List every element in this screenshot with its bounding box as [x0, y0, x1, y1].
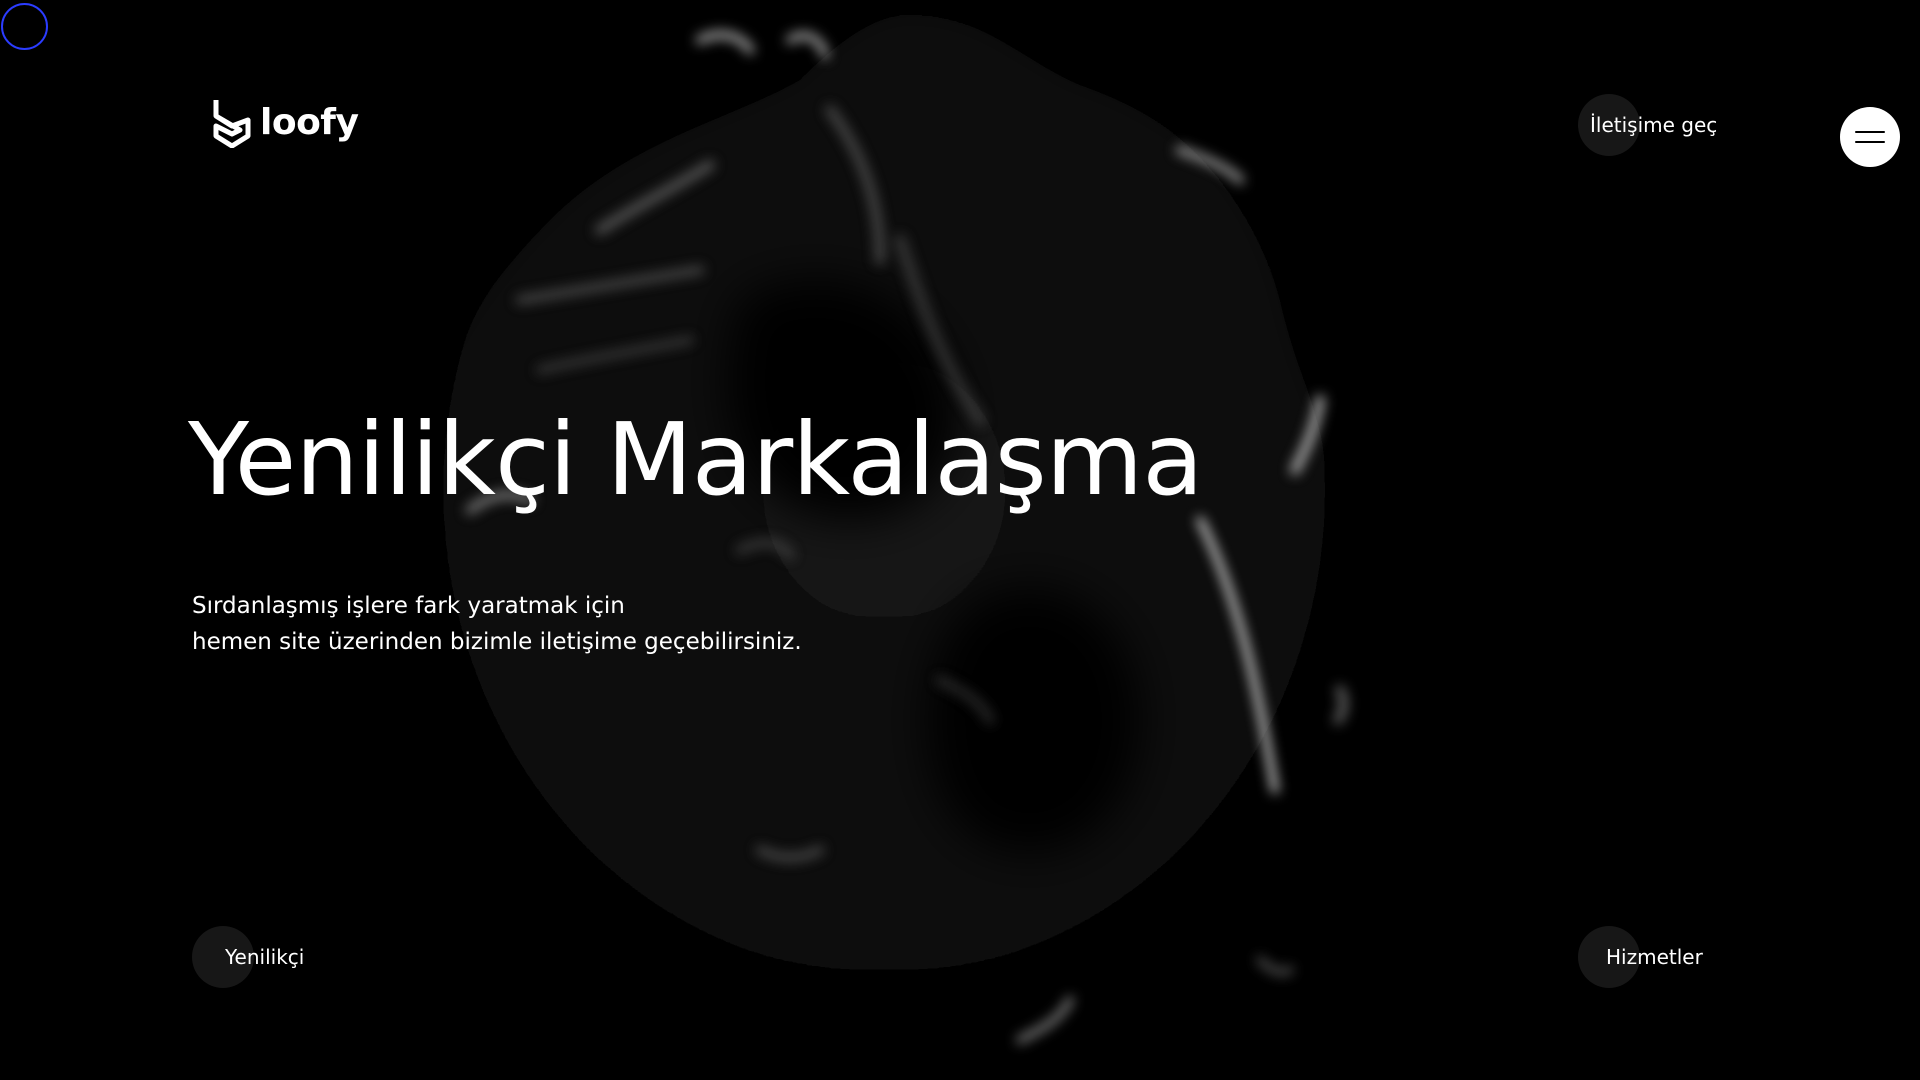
innovative-link-label: Yenilikçi [225, 945, 305, 969]
abstract-blob-graphic [403, 14, 1366, 1071]
cursor-ring-indicator [1, 3, 48, 50]
contact-link[interactable]: İletişime geç [1578, 94, 1717, 156]
menu-button[interactable] [1840, 107, 1900, 167]
hero-subtitle-line-1: Sırdanlaşmış işlere fark yaratmak için [192, 593, 625, 619]
contact-link-label: İletişime geç [1590, 113, 1718, 137]
hero-subtitle: Sırdanlaşmış işlere fark yaratmak için h… [192, 588, 802, 660]
brand-logo[interactable]: loofy [212, 98, 359, 148]
hero-title: Yenilikçi Markalaşma [188, 401, 1203, 518]
services-link-label: Hizmetler [1606, 945, 1703, 969]
services-link[interactable]: Hizmetler [1578, 926, 1703, 988]
hamburger-menu-icon [1855, 131, 1885, 133]
hamburger-menu-icon-bar [1855, 141, 1885, 143]
logo-mark-icon [213, 100, 251, 148]
logo-wordmark: loofy [260, 102, 359, 143]
page: loofy İletişime geç Yenilikçi Markalaşma… [0, 0, 1920, 1080]
hero-subtitle-line-2: hemen site üzerinden bizimle iletişime g… [192, 629, 802, 655]
innovative-link[interactable]: Yenilikçi [192, 926, 304, 988]
